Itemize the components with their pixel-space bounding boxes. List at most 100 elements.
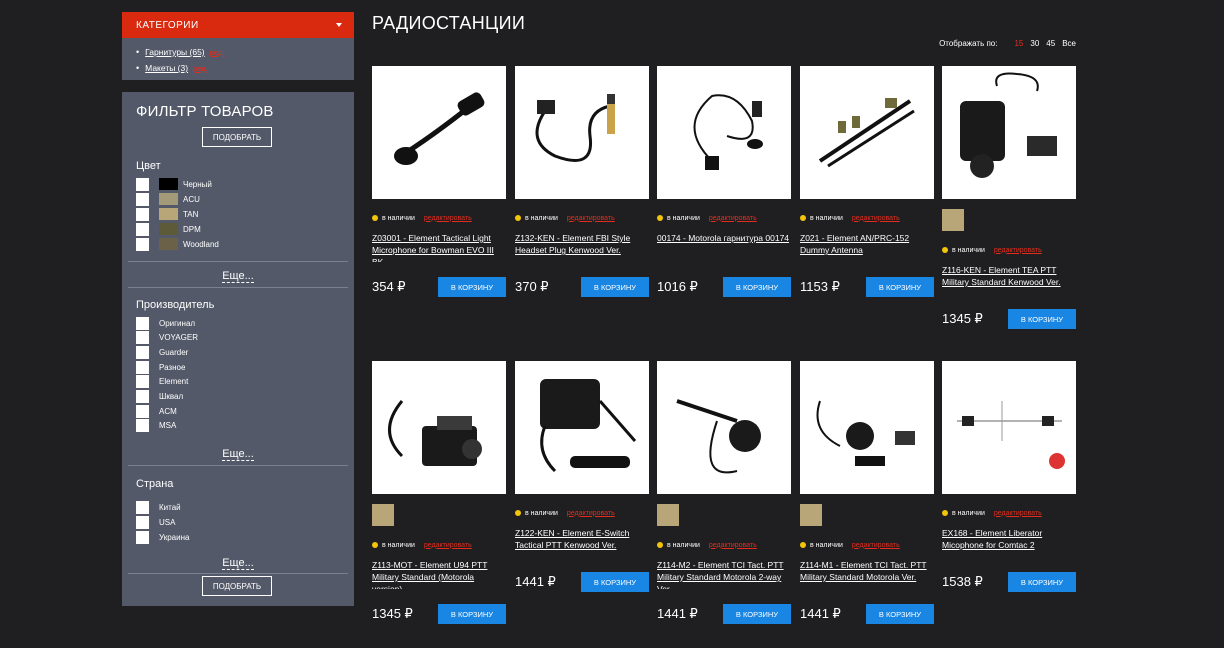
product-image[interactable] [657,361,791,494]
edit-product-link[interactable]: редактировать [709,215,757,222]
per-page-option-30[interactable]: 30 [1030,39,1039,48]
filter-option-color[interactable]: DPM [136,222,201,236]
edit-product-link[interactable]: редактировать [709,542,757,549]
apply-filter-button-bottom[interactable]: ПОДОБРАТЬ [202,576,272,596]
product-name-link[interactable]: Z132-KEN - Element FBI Style Headset Plu… [515,232,649,262]
product-name-link[interactable]: 00174 - Motorola гарнитура 00174 [657,232,791,262]
product-name-link[interactable]: Z116-KEN - Element TEA PTT Military Stan… [942,264,1076,294]
color-more-link[interactable]: Еще... [122,270,354,283]
add-to-cart-button[interactable]: В КОРЗИНУ [438,604,506,624]
filter-option-country[interactable]: USA [136,515,175,529]
product-filter-panel: ФИЛЬТР ТОВАРОВ ПОДОБРАТЬ Цвет Черный ACU T… [122,92,354,606]
product-image[interactable] [515,66,649,199]
add-to-cart-button[interactable]: В КОРЗИНУ [1008,309,1076,329]
checkbox[interactable] [136,500,149,514]
product-image[interactable] [942,361,1076,494]
category-link-mockups[interactable]: Макеты (3) [145,63,188,73]
product-name-link[interactable]: Z122-KEN - Element E-Switch Tactical PTT… [515,527,649,557]
checkbox[interactable] [136,360,149,374]
add-to-cart-button[interactable]: В КОРЗИНУ [438,277,506,297]
in-stock-dot-icon [800,215,806,221]
filter-option-color[interactable]: Черный [136,177,212,191]
checkbox[interactable] [136,331,149,345]
categories-header[interactable]: КАТЕГОРИИ [122,12,354,38]
filter-option-country[interactable]: Китай [136,500,181,514]
edit-product-link[interactable]: редактировать [567,510,615,517]
product-image[interactable] [515,361,649,494]
checkbox[interactable] [136,515,149,529]
product-name-link[interactable]: Z114-M1 - Element TCI Tact. PTT Military… [800,559,934,589]
stock-status: в наличии редактировать [515,508,649,518]
apply-filter-button-top[interactable]: ПОДОБРАТЬ [202,127,272,147]
product-name-link[interactable]: Z114-M2 - Element TCI Tact. PTT Military… [657,559,791,589]
add-to-cart-button[interactable]: В КОРЗИНУ [581,277,649,297]
per-page-option-15[interactable]: 15 [1014,39,1023,48]
category-edit-link[interactable]: ред. [193,64,208,73]
edit-product-link[interactable]: редактировать [994,247,1042,254]
edit-product-link[interactable]: редактировать [852,215,900,222]
edit-product-link[interactable]: редактировать [852,542,900,549]
filter-option-label: Черный [183,179,212,189]
add-to-cart-button[interactable]: В КОРЗИНУ [866,277,934,297]
product-image[interactable] [372,66,506,199]
filter-option-manufacturer[interactable]: Шквал [136,390,183,404]
filter-option-manufacturer[interactable]: ACM [136,404,177,418]
edit-product-link[interactable]: редактировать [567,215,615,222]
product-name-link[interactable]: Z021 - Element AN/PRC-152 Dummy Antenna [800,232,934,262]
checkbox[interactable] [136,375,149,389]
product-name-link[interactable]: Z03001 - Element Tactical Light Micropho… [372,232,506,262]
filter-option-color[interactable]: TAN [136,207,198,221]
checkbox[interactable] [136,207,149,221]
filter-option-manufacturer[interactable]: Разное [136,360,185,374]
add-to-cart-button[interactable]: В КОРЗИНУ [1008,572,1076,592]
checkbox[interactable] [136,404,149,418]
checkbox[interactable] [136,237,149,251]
category-link-headsets[interactable]: Гарнитуры (65) [145,47,204,57]
edit-product-link[interactable]: редактировать [994,510,1042,517]
filter-option-manufacturer[interactable]: Оригинал [136,316,195,330]
color-swatch[interactable] [657,504,679,526]
filter-option-manufacturer[interactable]: Guarder [136,345,188,359]
product-image[interactable] [942,66,1076,199]
manufacturer-more-link[interactable]: Еще... [122,448,354,461]
checkbox[interactable] [136,177,149,191]
product-name-link[interactable]: Z113-MOT - Element U94 PTT Military Stan… [372,559,506,589]
edit-product-link[interactable]: редактировать [424,542,472,549]
checkbox[interactable] [136,419,149,433]
filter-option-manufacturer[interactable]: MSA [136,419,176,433]
color-swatch[interactable] [800,504,822,526]
add-to-cart-button[interactable]: В КОРЗИНУ [581,572,649,592]
checkbox[interactable] [136,222,149,236]
category-list: Гарнитуры (65) ред. Макеты (3) ред. [122,38,354,76]
filter-option-country[interactable]: Украина [136,530,189,544]
color-swatch[interactable] [372,504,394,526]
product-image[interactable] [372,361,506,494]
filter-option-color[interactable]: ACU [136,192,200,206]
add-to-cart-button[interactable]: В КОРЗИНУ [723,604,791,624]
add-to-cart-button[interactable]: В КОРЗИНУ [866,604,934,624]
checkbox[interactable] [136,345,149,359]
color-swatch[interactable] [942,209,964,231]
page-title: РАДИОСТАНЦИИ [372,13,526,33]
stock-status: в наличии редактировать [942,245,1076,255]
add-to-cart-button[interactable]: В КОРЗИНУ [723,277,791,297]
filter-option-manufacturer[interactable]: Element [136,375,188,389]
price-row: 1016 ₽ В КОРЗИНУ [657,277,791,297]
product-image[interactable] [800,66,934,199]
caret-down-icon[interactable] [336,23,342,27]
checkbox[interactable] [136,530,149,544]
country-more-link[interactable]: Еще... [122,557,354,570]
per-page-option-all[interactable]: Все [1062,39,1076,48]
filter-option-color[interactable]: Woodland [136,237,219,251]
product-image[interactable] [657,66,791,199]
product-name-link[interactable]: EX168 - Element Liberator Micophone for … [942,527,1076,557]
checkbox[interactable] [136,390,149,403]
checkbox[interactable] [136,192,149,206]
filter-option-manufacturer[interactable]: VOYAGER [136,331,198,345]
per-page-option-45[interactable]: 45 [1046,39,1055,48]
edit-product-link[interactable]: редактировать [424,215,472,222]
product-image[interactable] [800,361,934,494]
category-edit-link[interactable]: ред. [210,48,225,57]
checkbox[interactable] [136,316,149,330]
price-row: 1441 ₽ В КОРЗИНУ [515,572,649,592]
